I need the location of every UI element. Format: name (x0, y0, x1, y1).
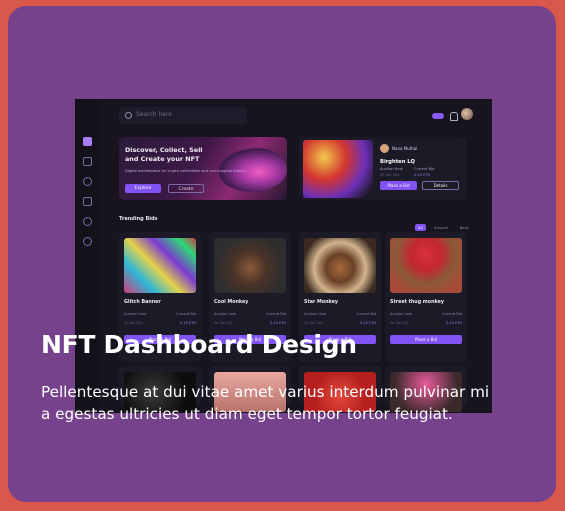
avatar[interactable] (461, 108, 473, 120)
bid-value: 0.15 ETH (270, 321, 286, 325)
nft-image (214, 238, 286, 293)
trending-title: Trending Bids (119, 216, 158, 222)
settings-icon[interactable] (83, 237, 92, 246)
nft-card[interactable]: Street thug monkey Auction time Current … (385, 232, 467, 362)
create-button[interactable]: Create (168, 184, 204, 193)
filter-all[interactable]: All (415, 224, 426, 231)
search-icon (125, 112, 132, 119)
hero-banner: Discover, Collect, Sell and Create your … (119, 137, 287, 200)
bid-value: 0.15 ETH (446, 321, 462, 325)
star-icon[interactable] (83, 197, 92, 206)
bid-label: Current Bid (356, 312, 376, 316)
search-input[interactable]: Search here (119, 107, 247, 124)
details-button[interactable]: Details (422, 181, 459, 190)
auction-label: Auction time (304, 312, 327, 316)
bid-value: 0.15 ETH (180, 321, 196, 325)
featured-name: Birghten LQ (380, 159, 415, 165)
card-title: NFT Dashboard Design (41, 330, 357, 359)
place-bid-button[interactable]: Place a Bid (380, 181, 417, 190)
featured-art (303, 140, 373, 198)
explore-button[interactable]: Explore (125, 184, 161, 193)
bid-value: 0.45 ETH (414, 173, 431, 177)
nft-image (304, 238, 376, 293)
auction-label: Auction time (124, 312, 147, 316)
auction-value: 2h 3m 32s (214, 321, 233, 325)
dashboard-screenshot: Search here Discover, Collect, Sell and … (75, 99, 492, 413)
nft-name: Star Monkey (304, 300, 338, 305)
filter-book[interactable]: Book (457, 224, 472, 231)
heart-icon[interactable] (83, 177, 92, 186)
bid-label: Current Bid (266, 312, 286, 316)
bid-value: 0.15 ETH (360, 321, 376, 325)
filter-artwork[interactable]: Artwork (431, 224, 452, 231)
nft-image (124, 238, 196, 293)
grid-icon[interactable] (83, 137, 92, 146)
featured-nft: Nana Muthai Birghten LQ Auction time Cur… (299, 137, 467, 200)
bid-label: Current Bid (176, 312, 196, 316)
auction-label: Auction time (214, 312, 237, 316)
place-bid-button[interactable]: Place a Bid (390, 335, 462, 344)
trending-filters: All Artwork Book (415, 214, 477, 233)
card: Search here Discover, Collect, Sell and … (8, 6, 556, 502)
nft-name: Glitch Banner (124, 300, 161, 305)
nft-name: Street thug monkey (390, 300, 444, 305)
sidebar (75, 99, 99, 413)
bid-label: Current Bid (442, 312, 462, 316)
bell-icon[interactable] (450, 112, 458, 121)
owner-name: Nana Muthai (392, 146, 418, 151)
top-bar: Search here (99, 99, 492, 133)
hero-subtitle: Digital marketplace for crypto collectib… (125, 169, 245, 173)
user-icon[interactable] (83, 217, 92, 226)
card-description: Pellentesque at dui vitae amet varius in… (41, 383, 490, 423)
owner-avatar (380, 144, 389, 153)
auction-value: 2h 3m 32s (304, 321, 323, 325)
auction-value: 2h 3m 32s (124, 321, 143, 325)
wallet-icon[interactable] (83, 157, 92, 166)
hero-title: Discover, Collect, Sell and Create your … (125, 146, 203, 163)
auction-value: 2h 3m 32s (390, 321, 409, 325)
auction-label: Auction time (390, 312, 413, 316)
auction-value: 2h 3m 32s (380, 173, 400, 177)
search-placeholder: Search here (136, 111, 173, 118)
nft-name: Cool Monkey (214, 300, 249, 305)
auction-label: Auction time (380, 167, 403, 171)
bid-label: Current Bid (414, 167, 435, 171)
nft-image (390, 238, 462, 293)
theme-toggle[interactable] (432, 113, 444, 119)
